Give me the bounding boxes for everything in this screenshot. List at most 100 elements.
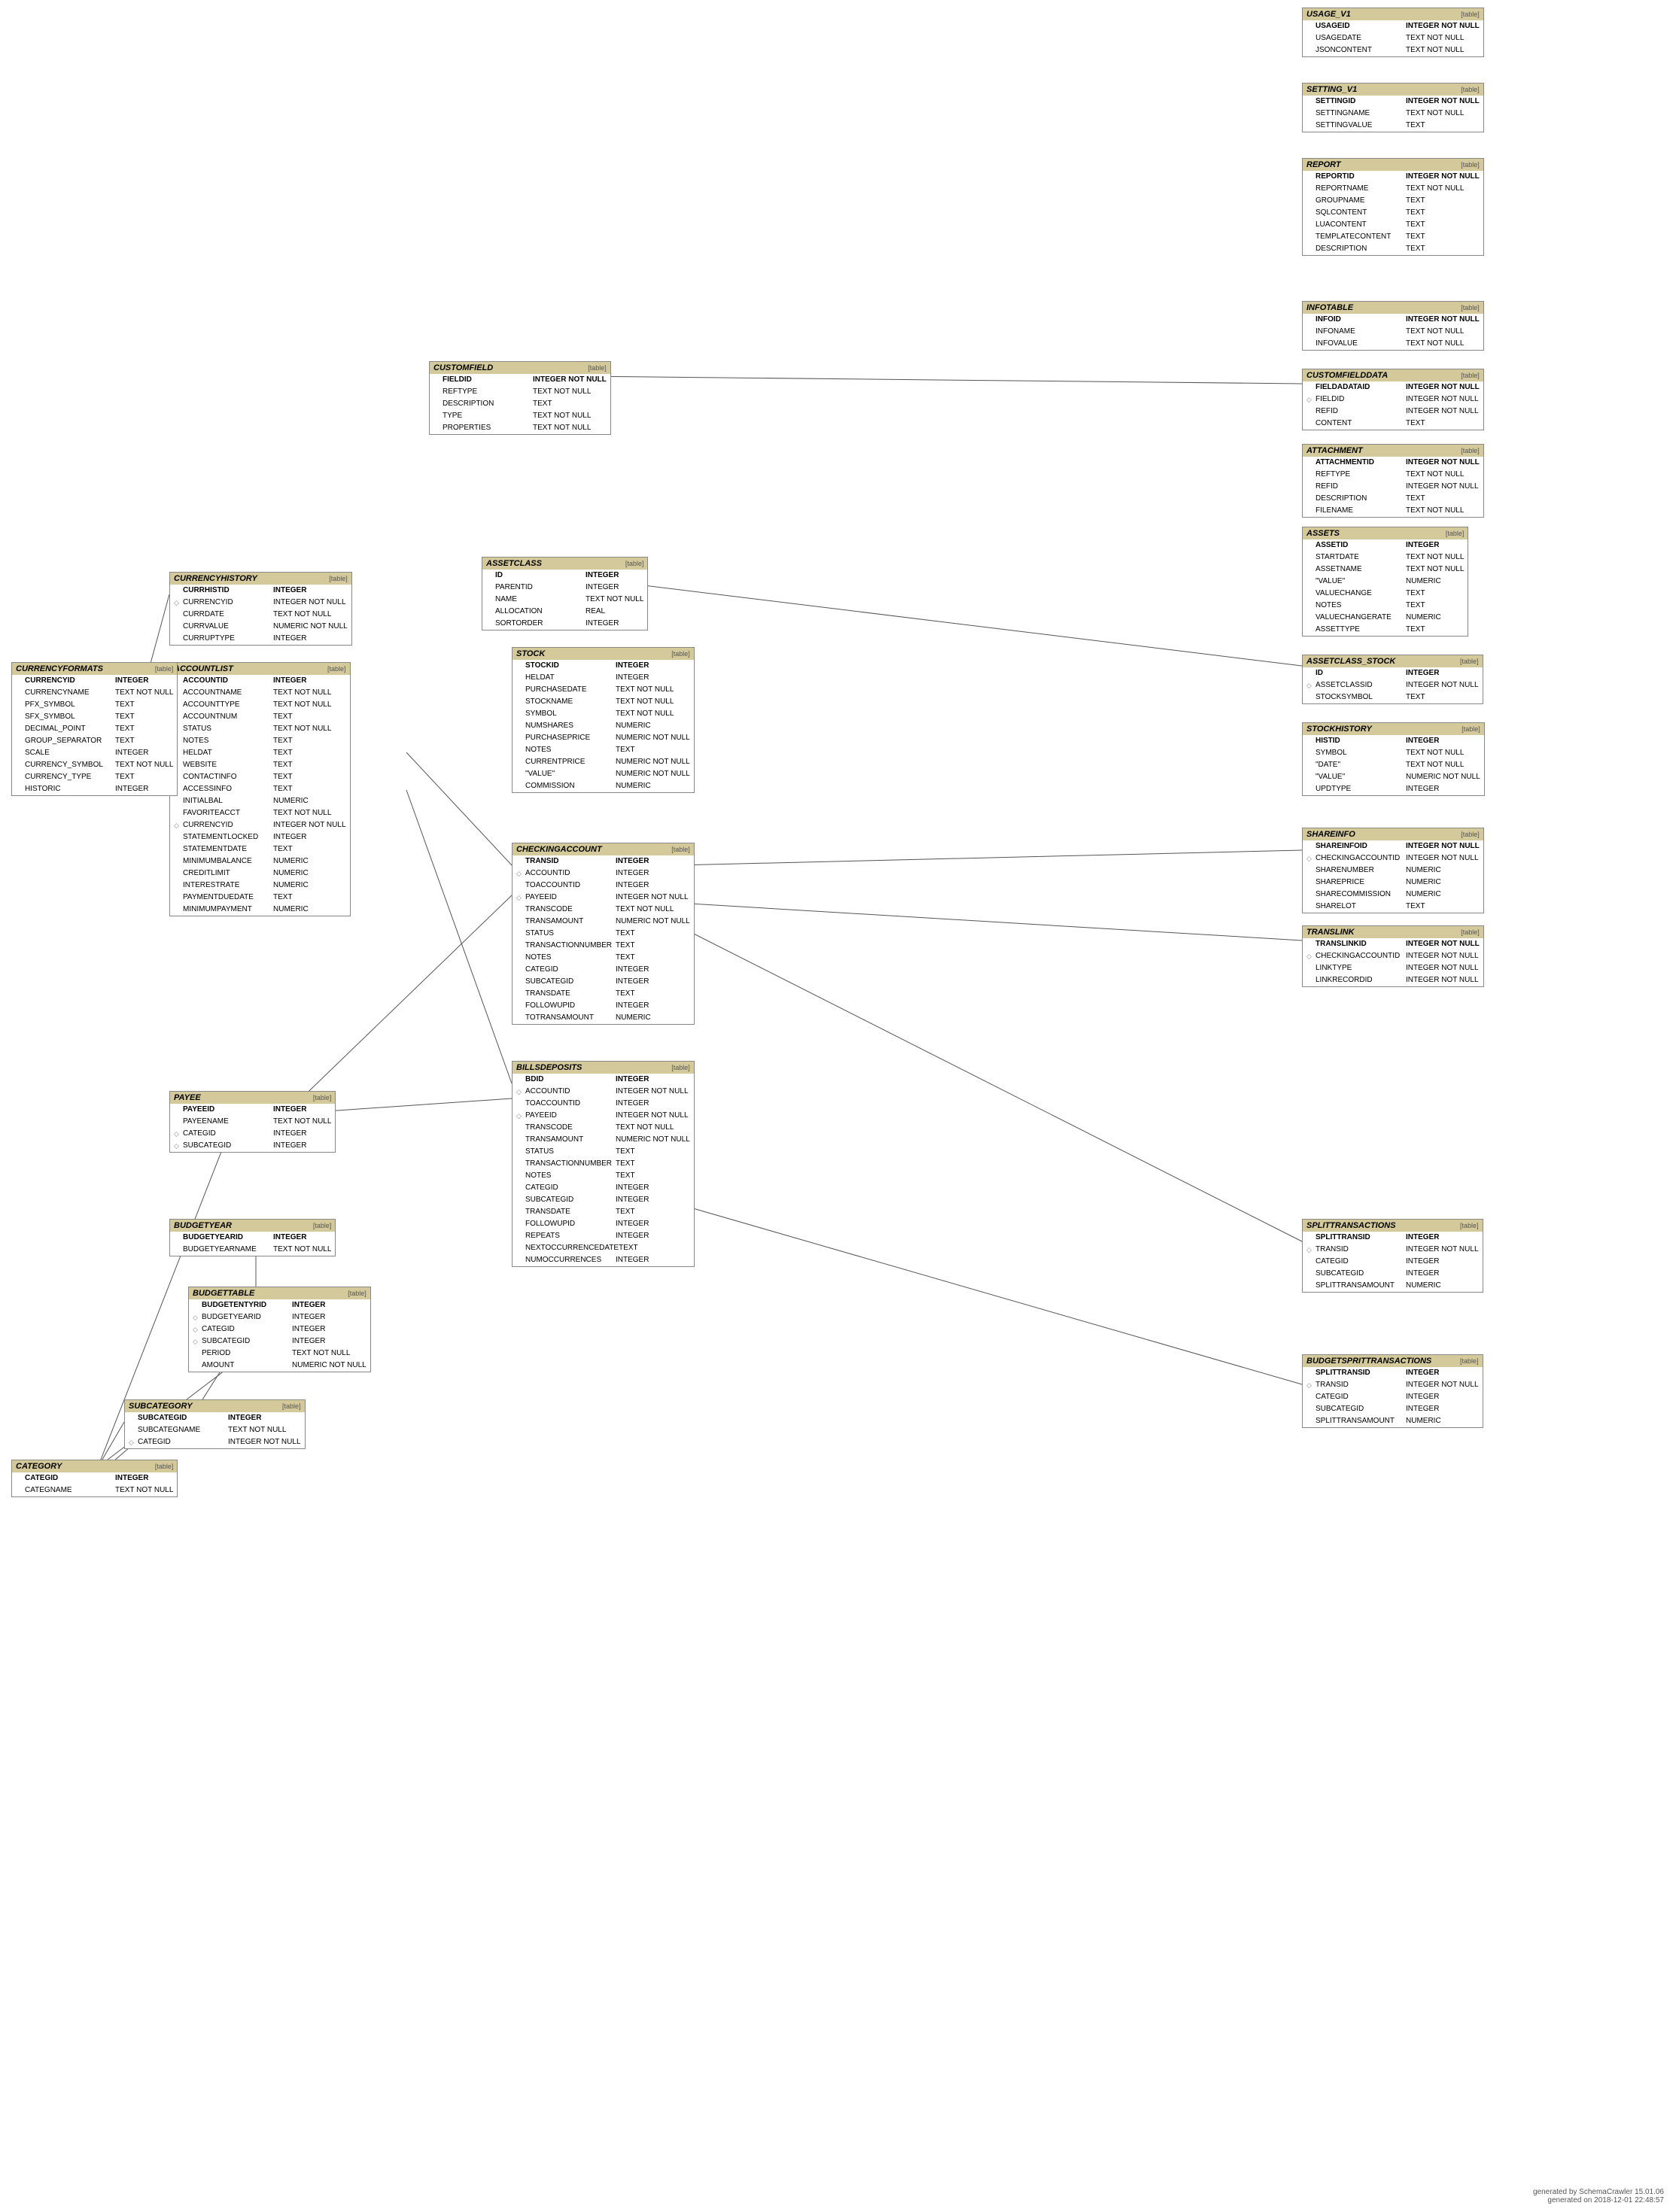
table-row: SPLITTRANSAMOUNTNUMERIC [1303,1415,1483,1427]
column-name: CATEGID [1316,1256,1406,1267]
column-type: INTEGER [273,1129,306,1139]
table-row: LUACONTENTTEXT [1303,219,1483,231]
column-type: INTEGER [616,880,649,891]
column-type: NUMERIC [616,721,651,731]
column-name: CURRENCYNAME [25,688,115,698]
fk-indicator [516,1195,525,1205]
column-name: CATEGID [525,1183,616,1193]
table-header-attachment: ATTACHMENT[table] [1303,445,1483,457]
column-name: "DATE" [1316,760,1406,770]
column-name: INFOID [1316,314,1406,325]
column-name: ASSETNAME [1316,564,1406,575]
fk-indicator [433,399,443,409]
column-name: CURRHISTID [183,585,273,596]
column-name: STOCKNAME [525,697,616,707]
table-accountlist: ACCOUNTLIST[table]ACCOUNTIDINTEGERACCOUN… [169,662,351,916]
column-name: CATEGID [1316,1392,1406,1402]
column-name: ASSETTYPE [1316,624,1406,635]
fk-indicator [16,748,25,758]
column-type: INTEGER [273,634,306,644]
table-row: TRANSIDINTEGER [513,855,694,867]
table-budgetyear: BUDGETYEAR[table]BUDGETYEARIDINTEGERBUDG… [169,1219,336,1256]
column-type: TEXT NOT NULL [273,1244,331,1255]
fk-indicator [486,570,495,581]
table-row: TRANSAMOUNTNUMERIC NOT NULL [513,1134,694,1146]
table-header-budgetsprittransactions: BUDGETSPRITTRANSACTIONS[table] [1303,1355,1483,1367]
column-type: INTEGER [616,1219,649,1229]
column-type: TEXT NOT NULL [228,1425,286,1436]
column-type: TEXT NOT NULL [1406,327,1464,337]
column-name: GROUP_SEPARATOR [25,736,115,746]
fk-indicator [1306,33,1316,44]
column-type: TEXT NOT NULL [1406,45,1464,56]
column-type: INTEGER NOT NULL [1406,975,1479,986]
table-budgettable: BUDGETTABLE[table]BUDGETENTYRIDINTEGER◇B… [188,1287,371,1372]
table-row: CATEGIDINTEGER [12,1472,177,1484]
table-row: REPORTIDINTEGER NOT NULL [1303,171,1483,183]
footer-line1: generated by SchemaCrawler 15.01.06 [1533,2188,1664,2196]
table-header-infotable: INFOTABLE[table] [1303,302,1483,314]
table-row: SHAREPRICENUMERIC [1303,877,1483,889]
column-name: REFTYPE [443,387,533,397]
fk-indicator [174,892,183,903]
column-name: VALUECHANGERATE [1316,612,1406,623]
column-name: PERIOD [202,1348,292,1359]
fk-indicator [1306,418,1316,429]
table-row: TRANSAMOUNTNUMERIC NOT NULL [513,916,694,928]
table-row: ◇CURRENCYIDINTEGER NOT NULL [170,819,350,831]
fk-indicator [1306,108,1316,119]
column-name: SUBCATEGID [1316,1269,1406,1279]
column-name: STOCKSYMBOL [1316,692,1406,703]
table-row: ◇CATEGIDINTEGER [189,1323,370,1335]
column-type: INTEGER [1406,1269,1439,1279]
table-row: GROUP_SEPARATORTEXT [12,735,177,747]
column-type: TEXT [273,760,293,770]
table-row: BUDGETENTYRIDINTEGER [189,1299,370,1311]
column-type: INTEGER [292,1312,325,1323]
table-row: SUBCATEGIDINTEGER [1303,1268,1483,1280]
table-row: SETTINGNAMETEXT NOT NULL [1303,108,1483,120]
column-type: INTEGER [616,1098,649,1109]
table-row: SORTORDERINTEGER [482,618,647,630]
column-name: TRANSLINKID [1316,939,1406,950]
column-name: HISTID [1316,736,1406,746]
column-name: FIELDID [443,375,533,385]
table-name: BUDGETSPRITTRANSACTIONS [1306,1357,1431,1366]
fk-indicator [516,940,525,951]
table-row: ◇CURRENCYIDINTEGER NOT NULL [170,597,351,609]
fk-indicator: ◇ [1306,1380,1316,1390]
table-name: ACCOUNTLIST [174,664,233,673]
column-type: TEXT NOT NULL [1406,506,1464,516]
table-row: USAGEDATETEXT NOT NULL [1303,32,1483,44]
table-header-currencyhistory: CURRENCYHISTORY[table] [170,573,351,585]
table-row: CURRVALUENUMERIC NOT NULL [170,621,351,633]
column-type: TEXT NOT NULL [1406,108,1464,119]
column-type: TEXT [1406,120,1425,131]
table-row: CURRENCY_SYMBOLTEXT NOT NULL [12,759,177,771]
table-row: REFIDINTEGER NOT NULL [1303,481,1483,493]
fk-indicator [486,594,495,605]
fk-indicator [174,1104,183,1115]
column-name: DECIMAL_POINT [25,724,115,734]
column-name: UPDTYPE [1316,784,1406,795]
column-name: CATEGNAME [25,1485,115,1496]
table-row: SUBCATEGIDINTEGER [513,1194,694,1206]
table-header-payee: PAYEE[table] [170,1092,335,1104]
column-name: STATUS [183,724,273,734]
column-type: TEXT [1406,196,1425,206]
fk-indicator [1306,624,1316,635]
column-name: ID [1316,668,1406,679]
table-row: ◇SUBCATEGIDINTEGER [170,1140,335,1152]
table-row: TRANSDATETEXT [513,1206,694,1218]
table-assetclass_stock: ASSETCLASS_STOCK[table]IDINTEGER◇ASSETCL… [1302,655,1483,704]
table-row: STARTDATETEXT NOT NULL [1303,551,1468,564]
column-type: INTEGER NOT NULL [533,375,607,385]
table-type-label: [table] [282,1402,301,1410]
table-type-label: [table] [671,846,690,853]
fk-indicator [174,856,183,867]
column-type: INTEGER NOT NULL [1406,680,1479,691]
table-payee: PAYEE[table]PAYEEIDINTEGERPAYEENAMETEXT … [169,1091,336,1153]
fk-indicator [1306,220,1316,230]
column-name: SETTINGNAME [1316,108,1406,119]
column-name: PROPERTIES [443,423,533,433]
